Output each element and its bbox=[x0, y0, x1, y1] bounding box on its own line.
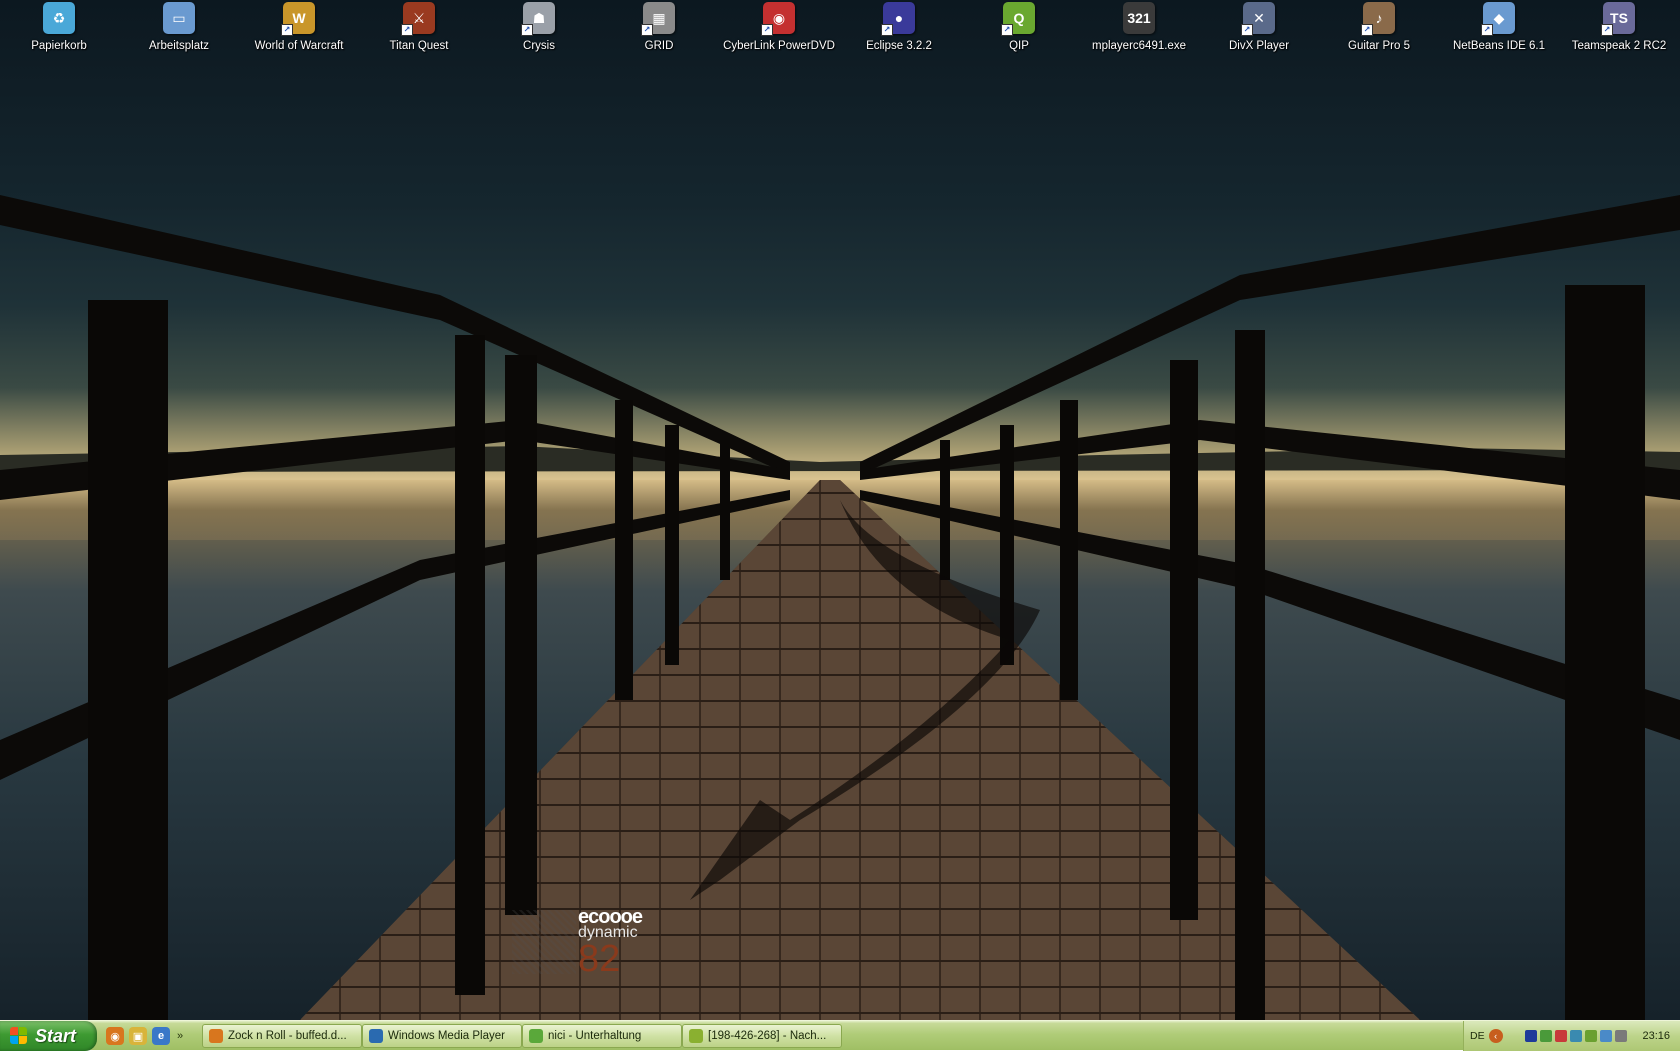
start-label: Start bbox=[35, 1025, 77, 1046]
system-tray: DE ‹ 23:16 bbox=[1463, 1021, 1680, 1051]
firefox-icon[interactable]: ◉ bbox=[106, 1027, 124, 1045]
teamspeak-icon: TS ↗ bbox=[1601, 2, 1635, 36]
desktop-icon-teamspeak[interactable]: TS ↗ Teamspeak 2 RC2 bbox=[1564, 0, 1674, 56]
shortcut-arrow-icon: ↗ bbox=[401, 24, 413, 36]
desktop-icon-grid[interactable]: ▦ ↗ GRID bbox=[604, 0, 714, 56]
desktop-icon-dvd[interactable]: ◉ ↗ CyberLink PowerDVD bbox=[723, 0, 835, 56]
firefox-icon bbox=[209, 1029, 223, 1043]
network-activity-icon[interactable] bbox=[1599, 1030, 1612, 1042]
shortcut-arrow-icon: ↗ bbox=[761, 24, 773, 36]
language-indicator[interactable]: DE bbox=[1470, 1030, 1485, 1042]
media-player-icon bbox=[369, 1029, 383, 1043]
eclipse-icon: ● ↗ bbox=[881, 2, 915, 36]
titan-quest-icon: ⚔ ↗ bbox=[401, 2, 435, 36]
desktop-icon-label: Crysis bbox=[523, 40, 555, 52]
desktop-icon-label: CyberLink PowerDVD bbox=[723, 40, 835, 52]
messenger-icon bbox=[529, 1029, 543, 1043]
task-button-label: [198-426-268] - Nach... bbox=[708, 1030, 827, 1042]
bluetooth-icon[interactable] bbox=[1524, 1030, 1537, 1042]
network-icon[interactable] bbox=[1539, 1030, 1552, 1042]
qip-icon: Q ↗ bbox=[1001, 2, 1035, 36]
desktop-icon-label: Guitar Pro 5 bbox=[1348, 40, 1410, 52]
media-player-classic-icon: 321 bbox=[1123, 2, 1155, 34]
desktop-icon-eclipse[interactable]: ● ↗ Eclipse 3.2.2 bbox=[844, 0, 954, 56]
desktop-icon-divx[interactable]: ✕ ↗ DivX Player bbox=[1204, 0, 1314, 56]
quick-launch-more-icon[interactable]: » bbox=[177, 1030, 183, 1042]
shortcut-arrow-icon: ↗ bbox=[881, 24, 893, 36]
desktop-icon-label: GRID bbox=[644, 40, 674, 52]
logo-pattern bbox=[512, 910, 576, 974]
tray-expand-icon[interactable]: ‹ bbox=[1488, 1029, 1503, 1043]
desktop-icon-label: NetBeans IDE 6.1 bbox=[1452, 40, 1546, 52]
desktop-icon-label: Eclipse 3.2.2 bbox=[866, 40, 932, 52]
desktop-icon-grid: ♻ Papierkorb ▭ Arbeitsplatz W ↗ World of Warcr… bbox=[0, 0, 1680, 60]
grid-icon: ▦ ↗ bbox=[641, 2, 675, 36]
shortcut-arrow-icon: ↗ bbox=[1361, 24, 1373, 36]
guitar-pro-icon: ♪ ↗ bbox=[1361, 2, 1395, 36]
desktop-icon-label: QIP bbox=[1009, 40, 1029, 52]
desktop-icon-recycle-bin[interactable]: ♻ Papierkorb bbox=[4, 0, 114, 56]
shortcut-arrow-icon: ↗ bbox=[1601, 24, 1613, 36]
crysis-icon: ☗ ↗ bbox=[521, 2, 555, 36]
shortcut-arrow-icon: ↗ bbox=[1481, 24, 1493, 36]
volume-icon[interactable] bbox=[1614, 1030, 1627, 1042]
desktop-icon-wow[interactable]: W ↗ World of Warcraft bbox=[244, 0, 354, 56]
dvd-icon: ◉ ↗ bbox=[761, 2, 795, 36]
chat-window-icon bbox=[689, 1029, 703, 1043]
shortcut-arrow-icon: ↗ bbox=[1001, 24, 1013, 36]
wallpaper-pier-scene bbox=[0, 195, 1680, 1020]
desktop-icon-computer[interactable]: ▭ Arbeitsplatz bbox=[124, 0, 234, 56]
desktop-icon-netbeans[interactable]: ◆ ↗ NetBeans IDE 6.1 bbox=[1444, 0, 1554, 56]
shortcut-arrow-icon: ↗ bbox=[281, 24, 293, 36]
task-button[interactable]: nici - Unterhaltung bbox=[522, 1024, 682, 1048]
task-button[interactable]: Windows Media Player bbox=[362, 1024, 522, 1048]
start-button[interactable]: Start bbox=[0, 1021, 97, 1051]
folder-icon[interactable]: ▣ bbox=[129, 1027, 147, 1045]
desktop-icon-label: Titan Quest bbox=[389, 40, 449, 52]
internet-explorer-icon[interactable]: e bbox=[152, 1027, 170, 1045]
logo-line-number: 82 bbox=[578, 938, 621, 980]
desktop-icon-label: Arbeitsplatz bbox=[148, 40, 210, 52]
desktop-icon-titan-quest[interactable]: ⚔ ↗ Titan Quest bbox=[364, 0, 474, 56]
desktop-icon-label: mplayerc6491.exe bbox=[1092, 40, 1186, 52]
desktop-icon-label: Papierkorb bbox=[31, 40, 87, 52]
taskbar: Start ◉ ▣ e » Zock n Roll - buffed.d... Wind… bbox=[0, 1020, 1680, 1051]
task-button-label: Zock n Roll - buffed.d... bbox=[228, 1030, 347, 1042]
task-button-label: Windows Media Player bbox=[388, 1030, 505, 1042]
desktop-icon-label: DivX Player bbox=[1228, 40, 1290, 52]
desktop-icon-crysis[interactable]: ☗ ↗ Crysis bbox=[484, 0, 594, 56]
windows-flag-icon bbox=[10, 1027, 28, 1045]
wallpaper-logo: ecoooe dynamic 82 bbox=[512, 906, 672, 980]
wow-icon: W ↗ bbox=[281, 2, 315, 36]
antivirus-icon[interactable] bbox=[1554, 1030, 1567, 1042]
divx-icon: ✕ ↗ bbox=[1241, 2, 1275, 36]
desktop-icon-label: Teamspeak 2 RC2 bbox=[1571, 40, 1667, 52]
shortcut-arrow-icon: ↗ bbox=[641, 24, 653, 36]
computer-icon: ▭ bbox=[163, 2, 195, 34]
qip-tray-icon[interactable] bbox=[1584, 1030, 1597, 1042]
tray-icons bbox=[1524, 1030, 1627, 1042]
desktop-icon-media-player-classic[interactable]: 321 mplayerc6491.exe bbox=[1084, 0, 1194, 56]
netbeans-icon: ◆ ↗ bbox=[1481, 2, 1515, 36]
shortcut-arrow-icon: ↗ bbox=[521, 24, 533, 36]
task-button[interactable]: [198-426-268] - Nach... bbox=[682, 1024, 842, 1048]
clock[interactable]: 23:16 bbox=[1642, 1030, 1670, 1042]
messenger-tray-icon[interactable] bbox=[1569, 1030, 1582, 1042]
task-button-label: nici - Unterhaltung bbox=[548, 1030, 642, 1042]
desktop-icon-qip[interactable]: Q ↗ QIP bbox=[964, 0, 1074, 56]
recycle-bin-icon: ♻ bbox=[43, 2, 75, 34]
desktop-icon-label: World of Warcraft bbox=[254, 40, 344, 52]
desktop-icon-guitar-pro[interactable]: ♪ ↗ Guitar Pro 5 bbox=[1324, 0, 1434, 56]
desktop-wallpaper bbox=[0, 0, 1680, 1020]
task-button[interactable]: Zock n Roll - buffed.d... bbox=[202, 1024, 362, 1048]
quick-launch: ◉ ▣ e » bbox=[106, 1026, 183, 1046]
shortcut-arrow-icon: ↗ bbox=[1241, 24, 1253, 36]
